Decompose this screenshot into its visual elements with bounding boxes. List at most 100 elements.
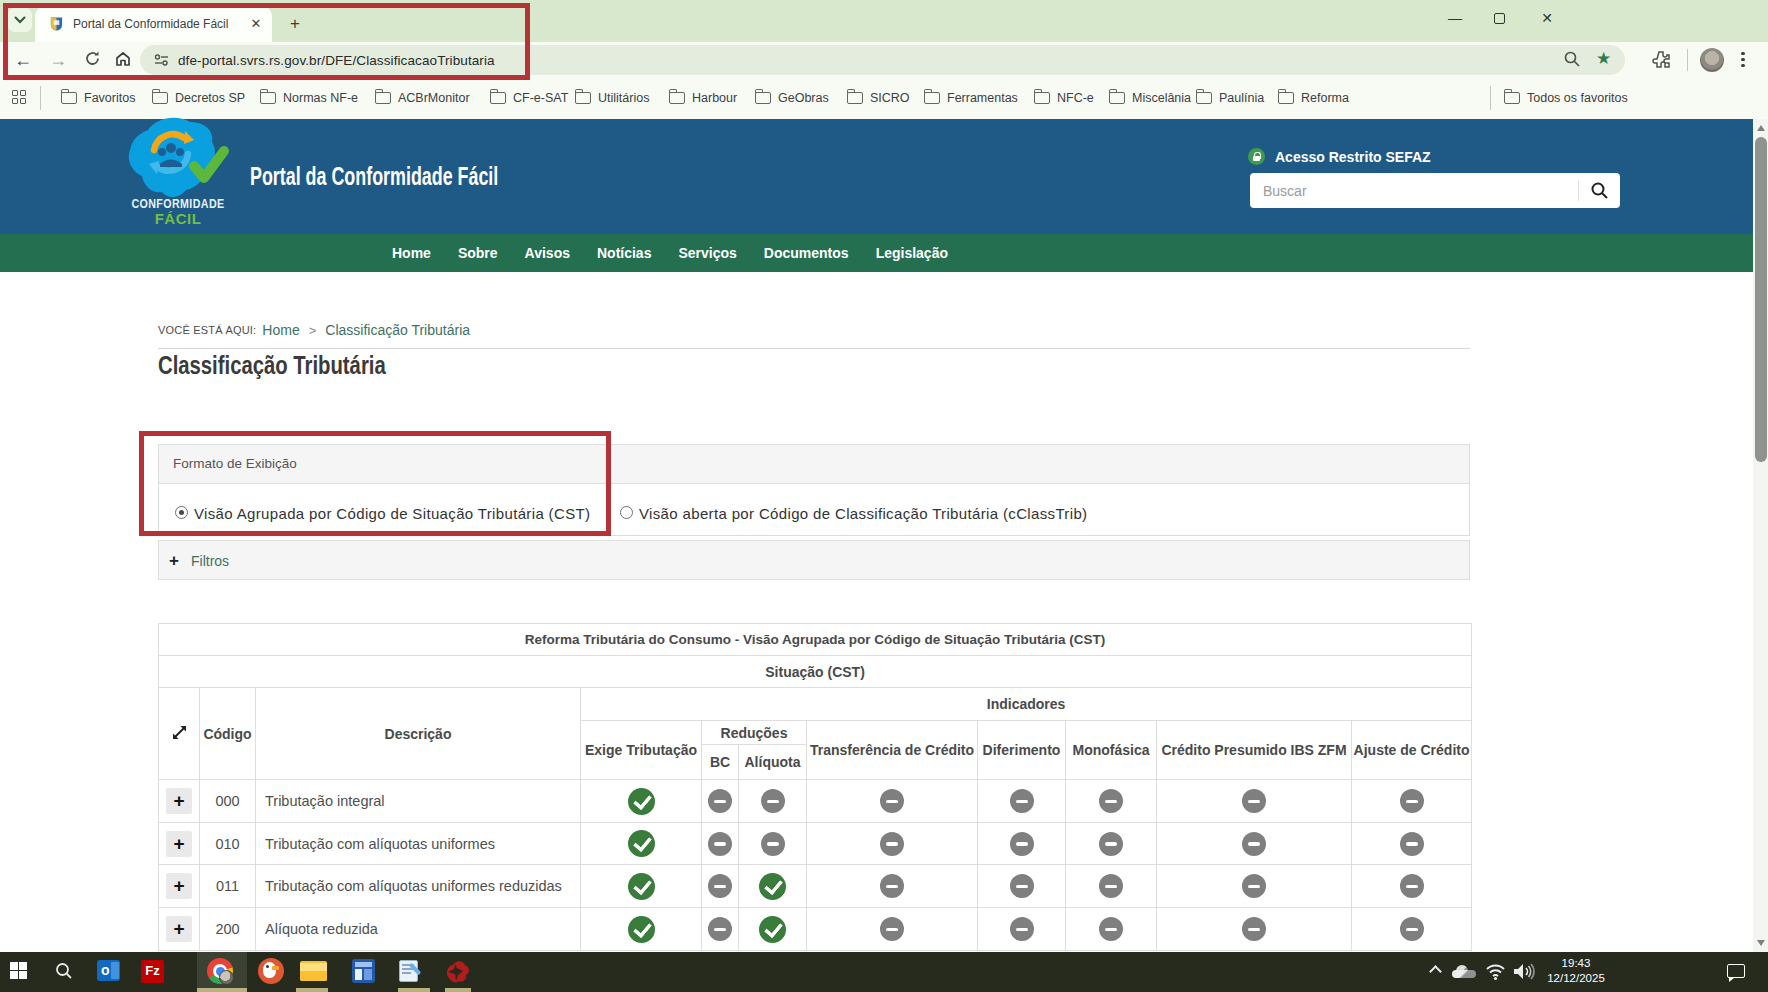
bookmark-favoritos[interactable]: Favoritos	[61, 84, 135, 112]
page-scrollbar[interactable]	[1753, 119, 1768, 952]
radio-vision-open-label[interactable]: Visão aberta por Código de Classificação…	[639, 505, 1087, 522]
bookmarks-separator	[40, 86, 41, 110]
bookmark-ferramentas[interactable]: Ferramentas	[924, 84, 1018, 112]
col-header-bc: BC	[702, 745, 739, 780]
table-subtitle: Situação (CST)	[159, 656, 1472, 688]
bookmark-cfesat[interactable]: CF-e-SAT	[490, 84, 568, 112]
scrollbar-thumb[interactable]	[1755, 137, 1767, 462]
folder-icon	[669, 92, 685, 104]
taskbar-red-app-icon[interactable]	[443, 958, 471, 985]
table-row-010: + 010 Tributação com alíquotas uniformes	[159, 823, 1472, 865]
bookmark-miscelania[interactable]: Miscelânia	[1109, 84, 1191, 112]
nav-avisos[interactable]: Avisos	[525, 245, 570, 261]
table-row-000: + 000 Tributação integral	[159, 780, 1472, 823]
nav-documentos[interactable]: Documentos	[764, 245, 849, 261]
profile-avatar[interactable]	[1700, 48, 1724, 72]
breadcrumb-home-link[interactable]: Home	[262, 322, 299, 338]
col-header-monofasica: Monofásica	[1066, 721, 1157, 780]
page-title: Classificação Tributária	[158, 350, 386, 381]
scroll-down-arrow[interactable]	[1757, 940, 1765, 946]
tray-expand-icon[interactable]	[1429, 965, 1442, 978]
indicator-credito-presumido	[1242, 832, 1266, 856]
apps-grid-icon[interactable]	[12, 90, 28, 106]
main-nav: Home Sobre Avisos Notícias Serviços Docu…	[0, 234, 1753, 272]
nav-noticias[interactable]: Notícias	[597, 245, 651, 261]
expand-row-button[interactable]: +	[166, 873, 192, 899]
bookmark-nfce[interactable]: NFC-e	[1034, 84, 1094, 112]
window-maximize-button[interactable]	[1490, 10, 1510, 28]
indicator-aliquota	[761, 789, 785, 813]
bookmark-utilitarios[interactable]: Utilitários	[575, 84, 649, 112]
indicator-exige	[628, 916, 655, 943]
indicator-bc	[708, 874, 732, 898]
taskbar-outlook-icon[interactable]: o	[97, 960, 120, 981]
expand-row-button[interactable]: +	[166, 788, 192, 814]
breadcrumb-divider	[158, 348, 1470, 349]
zoom-icon[interactable]	[1563, 50, 1581, 72]
taskbar-search-icon[interactable]	[54, 961, 74, 981]
bookmark-normas-nfe[interactable]: Normas NF-e	[260, 84, 358, 112]
scroll-up-arrow[interactable]	[1757, 125, 1765, 131]
filters-expand-icon[interactable]: +	[169, 551, 179, 571]
nav-servicos[interactable]: Serviços	[678, 245, 736, 261]
clock-time: 19:43	[1531, 956, 1621, 971]
breadcrumb: VOCÊ ESTÁ AQUI: Home > Classificação Tri…	[158, 322, 470, 338]
taskbar-duckduckgo-icon[interactable]	[258, 958, 284, 984]
taskbar-explorer-icon[interactable]	[300, 961, 327, 981]
bookmark-harbour[interactable]: Harbour	[669, 84, 737, 112]
bookmark-sicro[interactable]: SICRO	[847, 84, 910, 112]
indicator-credito-presumido	[1242, 917, 1266, 941]
browser-menu-icon[interactable]	[1741, 49, 1745, 71]
taskbar-chrome-icon[interactable]	[207, 958, 233, 984]
site-logo[interactable]: CONFORMIDADE FÁCIL	[118, 116, 238, 230]
taskbar-calculator-icon[interactable]	[352, 959, 375, 983]
clock[interactable]: 19:43 12/12/2025	[1531, 956, 1621, 986]
site-search[interactable]: Buscar	[1250, 173, 1620, 208]
nav-home[interactable]: Home	[392, 245, 431, 261]
indicator-exige	[628, 788, 655, 815]
window-close-button[interactable]: ✕	[1537, 10, 1557, 28]
all-favorites-button[interactable]: Todos os favoritos	[1504, 84, 1628, 112]
window-minimize-button[interactable]: —	[1445, 10, 1465, 28]
indicator-monofasica	[1099, 874, 1123, 898]
bookmark-reforma[interactable]: Reforma	[1278, 84, 1349, 112]
nav-sobre[interactable]: Sobre	[458, 245, 498, 261]
indicator-transferencia	[880, 832, 904, 856]
taskbar-notepad-icon[interactable]	[397, 959, 421, 983]
indicator-transferencia	[880, 917, 904, 941]
onedrive-icon[interactable]	[1452, 965, 1476, 978]
bookmark-paulinia[interactable]: Paulínia	[1196, 84, 1264, 112]
radio-vision-open[interactable]	[620, 506, 633, 519]
indicator-transferencia	[880, 789, 904, 813]
site-search-button[interactable]	[1579, 173, 1620, 208]
expand-row-button[interactable]: +	[166, 831, 192, 857]
expand-row-button[interactable]: +	[166, 916, 192, 942]
indicator-monofasica	[1099, 832, 1123, 856]
clock-date: 12/12/2025	[1531, 971, 1621, 986]
col-header-credito-presumido: Crédito Presumido IBS ZFM	[1157, 721, 1352, 780]
logo-text-line2: FÁCIL	[118, 210, 238, 227]
cell-descricao: Tributação integral	[256, 780, 581, 823]
filters-label[interactable]: Filtros	[191, 553, 229, 569]
start-button[interactable]	[10, 962, 27, 979]
cell-codigo: 000	[200, 780, 256, 823]
taskbar-filezilla-icon[interactable]: Fz	[141, 960, 164, 983]
notification-icon[interactable]	[1727, 964, 1745, 978]
filters-panel[interactable]: + Filtros	[158, 540, 1470, 580]
bookmark-decretos-sp[interactable]: Decretos SP	[152, 84, 245, 112]
bookmark-acbrmonitor[interactable]: ACBrMonitor	[375, 84, 470, 112]
col-header-indicadores: Indicadores	[581, 688, 1472, 721]
wifi-icon[interactable]	[1485, 962, 1506, 981]
indicator-monofasica	[1099, 789, 1123, 813]
bookmark-star-icon[interactable]: ★	[1596, 48, 1611, 69]
indicator-ajuste	[1400, 917, 1424, 941]
breadcrumb-current[interactable]: Classificação Tributária	[325, 322, 470, 338]
extensions-icon[interactable]	[1652, 50, 1671, 73]
folder-icon	[1109, 92, 1125, 104]
nav-legislacao[interactable]: Legislação	[876, 245, 948, 261]
bookmark-geobras[interactable]: GeObras	[755, 84, 829, 112]
expand-all-header[interactable]	[159, 688, 200, 780]
restricted-access-link[interactable]: Acesso Restrito SEFAZ	[1275, 149, 1431, 165]
toolbar-separator	[1687, 49, 1688, 71]
bookmarks-right-separator	[1490, 86, 1491, 110]
